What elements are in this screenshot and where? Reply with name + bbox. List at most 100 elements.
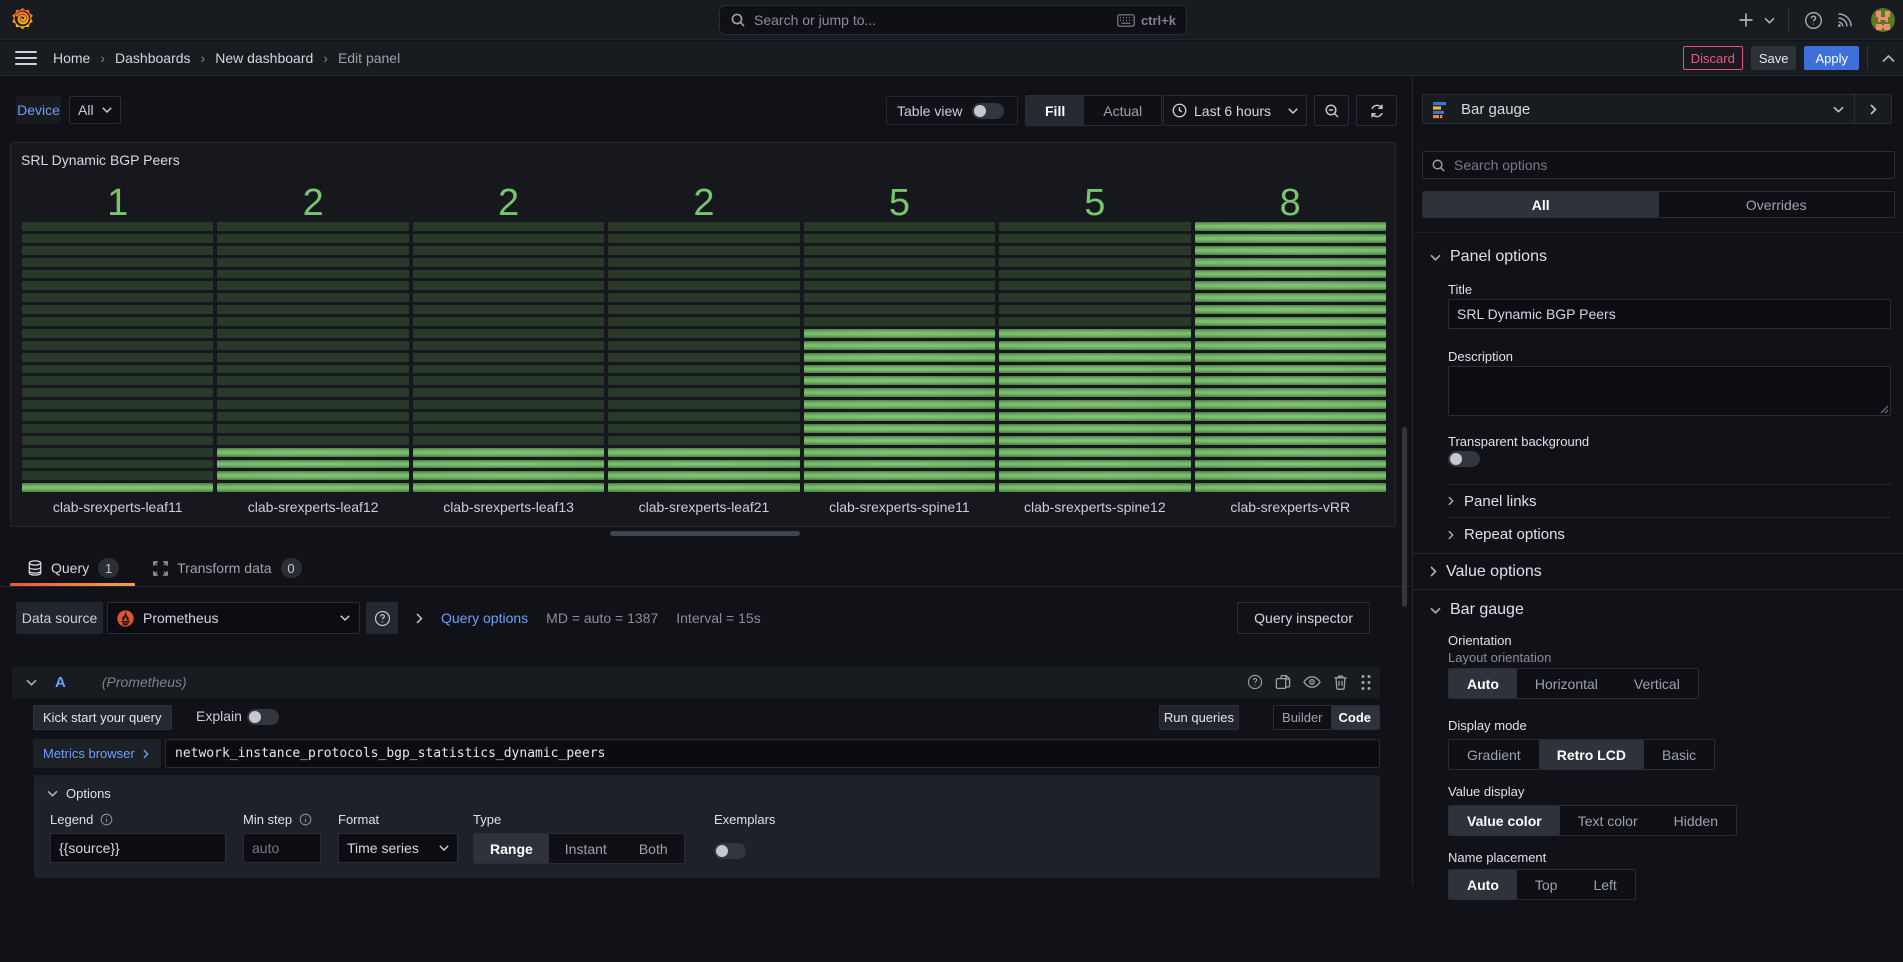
panel-title-input[interactable]: SRL Dynamic BGP Peers	[1448, 299, 1891, 329]
grafana-logo-icon[interactable]	[11, 5, 34, 32]
radio-option-fill[interactable]: Fill	[1026, 96, 1084, 125]
gauge-cell	[1195, 270, 1386, 279]
radio-option-text-color[interactable]: Text color	[1560, 806, 1656, 835]
gauge-cell	[22, 258, 213, 267]
gauge-cell	[804, 448, 995, 457]
metrics-browser-button[interactable]: Metrics browser	[33, 739, 161, 768]
trash-icon[interactable]	[1333, 674, 1348, 690]
panel-links-section[interactable]: Panel links	[1448, 484, 1891, 517]
gauge-cell	[22, 317, 213, 326]
radio-option-all[interactable]: All	[1423, 192, 1659, 217]
avatar[interactable]	[1871, 8, 1895, 32]
eye-icon[interactable]	[1303, 674, 1321, 690]
query-help-icon[interactable]	[1247, 674, 1263, 690]
radio-option-range[interactable]: Range	[474, 834, 549, 863]
gauge-cell	[413, 258, 604, 267]
radio-option-auto[interactable]: Auto	[1449, 669, 1517, 698]
save-button[interactable]: Save	[1751, 46, 1797, 70]
duplicate-icon[interactable]	[1275, 674, 1291, 690]
description-textarea[interactable]	[1448, 366, 1891, 416]
tab-transform[interactable]: Transform data 0	[135, 550, 317, 586]
gauge-cell	[413, 317, 604, 326]
menu-toggle-icon[interactable]	[15, 51, 37, 65]
bar-gauge-section-header[interactable]: Bar gauge	[1430, 601, 1524, 619]
kick-start-button[interactable]: Kick start your query	[33, 705, 172, 730]
gauge-cell	[999, 317, 1190, 326]
gauge-cell	[217, 388, 408, 397]
variable-device-label[interactable]: Device	[16, 96, 61, 124]
tab-query[interactable]: Query 1	[10, 550, 135, 586]
query-options-label: Query options	[441, 610, 528, 626]
variable-device-dropdown[interactable]: All	[69, 96, 121, 124]
radio-option-vertical[interactable]: Vertical	[1616, 669, 1698, 698]
min-step-input[interactable]: auto	[243, 833, 321, 863]
gauge-cell	[413, 424, 604, 433]
apply-button[interactable]: Apply	[1804, 46, 1859, 70]
collapse-header-icon[interactable]	[1882, 54, 1895, 63]
panel-options-header[interactable]: Panel options	[1430, 248, 1547, 266]
options-collapse-header[interactable]: Options	[47, 786, 1364, 801]
radio-option-top[interactable]: Top	[1517, 870, 1576, 899]
radio-option-left[interactable]: Left	[1575, 870, 1634, 899]
repeat-options-section[interactable]: Repeat options	[1448, 517, 1891, 551]
radio-option-overrides[interactable]: Overrides	[1659, 192, 1895, 217]
query-row-header[interactable]: A (Prometheus)	[12, 666, 1380, 698]
gauge-cell	[999, 270, 1190, 279]
pane-resize-handle[interactable]	[610, 531, 800, 536]
gauge-cell	[22, 376, 213, 385]
refresh-button[interactable]	[1356, 95, 1397, 126]
drag-handle-icon[interactable]	[1360, 674, 1372, 691]
scrollbar-thumb[interactable]	[1402, 427, 1407, 607]
zoom-out-button[interactable]	[1314, 95, 1349, 126]
query-options-header[interactable]: Query options MD = auto = 1387 Interval …	[416, 602, 761, 634]
radio-option-builder[interactable]: Builder	[1274, 706, 1330, 729]
discard-button[interactable]: Discard	[1683, 46, 1743, 70]
radio-option-hidden[interactable]: Hidden	[1656, 806, 1736, 835]
radio-option-basic[interactable]: Basic	[1644, 740, 1714, 769]
radio-option-horizontal[interactable]: Horizontal	[1517, 669, 1616, 698]
collapse-pane-button[interactable]	[1854, 95, 1891, 123]
format-select[interactable]: Time series	[338, 833, 458, 863]
value-display-label: Value display	[1448, 784, 1524, 799]
help-icon[interactable]	[1797, 4, 1829, 36]
radio-option-auto[interactable]: Auto	[1449, 870, 1517, 899]
radio-option-value-color[interactable]: Value color	[1449, 806, 1560, 835]
table-view-switch[interactable]	[972, 103, 1004, 119]
query-inspector-button[interactable]: Query inspector	[1237, 602, 1370, 634]
news-icon[interactable]	[1829, 4, 1861, 36]
add-button[interactable]	[1734, 4, 1758, 36]
exemplars-switch[interactable]	[714, 843, 746, 859]
radio-option-code[interactable]: Code	[1331, 706, 1380, 729]
datasource-picker[interactable]: Prometheus	[107, 602, 360, 634]
gauge-cell	[999, 460, 1190, 469]
breadcrumb-item[interactable]: Dashboards	[115, 50, 191, 66]
transparent-background-switch[interactable]	[1448, 451, 1480, 467]
time-range-picker[interactable]: Last 6 hours	[1163, 95, 1307, 126]
radio-option-gradient[interactable]: Gradient	[1449, 740, 1539, 769]
visualization-picker[interactable]: Bar gauge	[1422, 94, 1892, 124]
breadcrumb-item[interactable]: New dashboard	[215, 50, 313, 66]
run-queries-button[interactable]: Run queries	[1159, 705, 1239, 730]
gauge-cell	[608, 258, 799, 267]
panel-title[interactable]: SRL Dynamic BGP Peers	[21, 152, 180, 168]
options-search-input[interactable]: Search options	[1422, 151, 1895, 179]
bar-gauge-panel[interactable]: SRL Dynamic BGP Peers 1clab-srexperts-le…	[10, 142, 1396, 527]
explain-switch[interactable]	[247, 709, 279, 725]
gauge-cell	[608, 376, 799, 385]
radio-option-both[interactable]: Both	[623, 834, 684, 863]
radio-option-retro-lcd[interactable]: Retro LCD	[1539, 740, 1644, 769]
gauge-cell	[999, 376, 1190, 385]
value-options-section[interactable]: Value options	[1413, 553, 1903, 589]
datasource-help-button[interactable]	[366, 602, 398, 634]
search-input[interactable]: Search or jump to... ctrl+k	[719, 5, 1187, 35]
promql-query-input[interactable]: network_instance_protocols_bgp_statistic…	[165, 739, 1380, 768]
gauge-cell	[804, 460, 995, 469]
radio-option-instant[interactable]: Instant	[549, 834, 623, 863]
top-nav: Search or jump to... ctrl+k	[0, 0, 1903, 40]
legend-input[interactable]: {{source}}	[50, 833, 226, 863]
radio-option-actual[interactable]: Actual	[1084, 96, 1161, 125]
gauge-cell	[999, 341, 1190, 350]
table-view-toggle[interactable]: Table view	[886, 96, 1018, 125]
add-chevron-down-icon[interactable]	[1758, 4, 1780, 36]
breadcrumb-item[interactable]: Home	[53, 50, 90, 66]
